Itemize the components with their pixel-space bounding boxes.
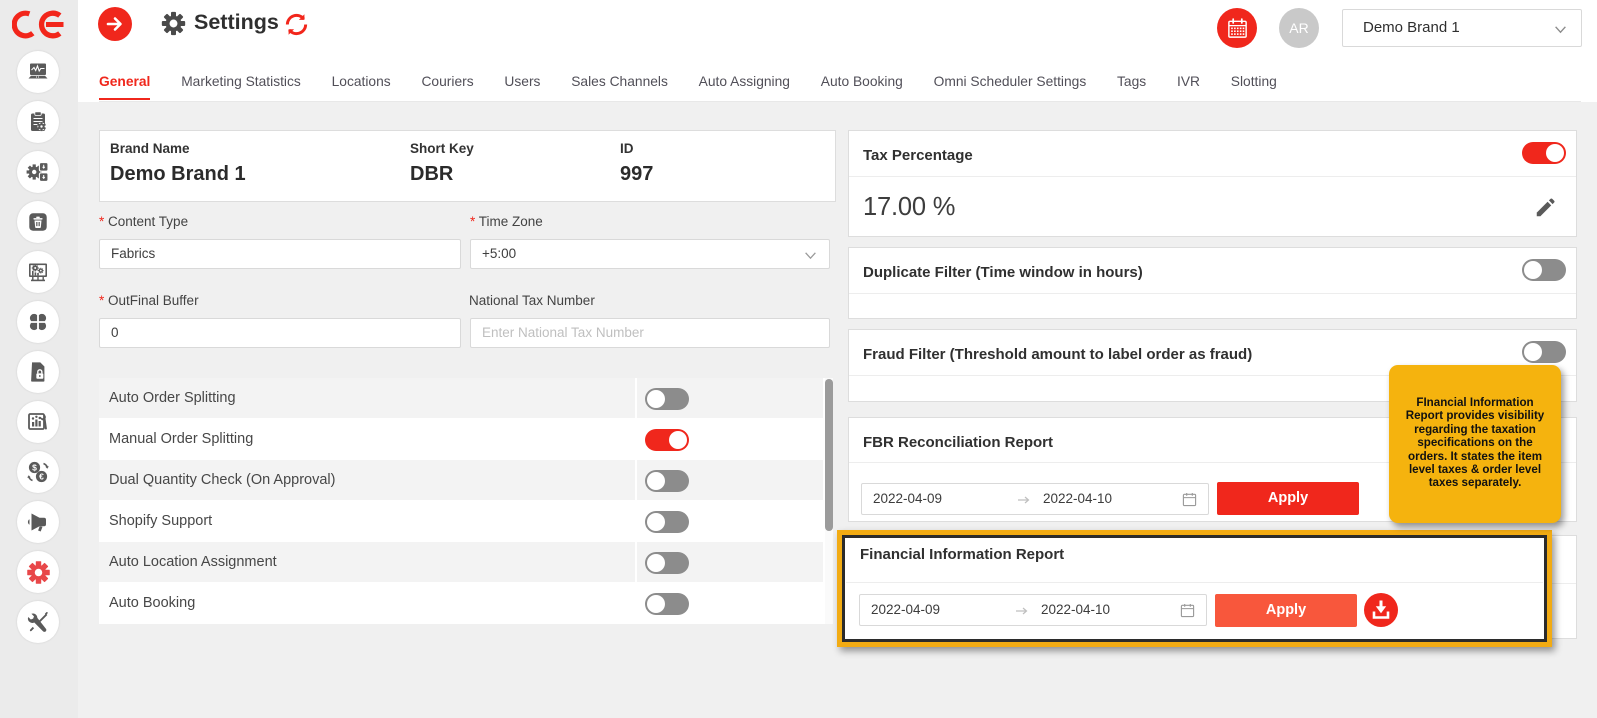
svg-text:€: €: [39, 471, 44, 481]
svg-text:$: $: [32, 462, 37, 472]
